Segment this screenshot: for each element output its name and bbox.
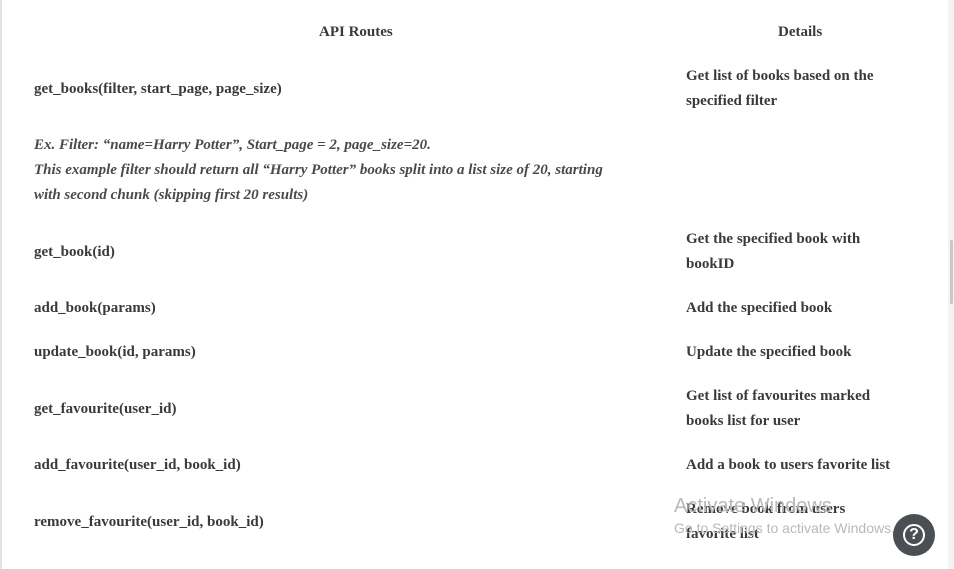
route-add-favourite: add_favourite(user_id, book_id) [34,457,241,473]
watermark-subtitle: Go to Settings to activate Windows. [674,520,895,536]
example-line: Ex. Filter: “name=Harry Potter”, Start_p… [34,137,431,153]
question-mark-icon: ? [903,524,925,546]
help-button[interactable]: ? [893,514,935,556]
detail-line: bookID [686,256,735,272]
detail-line: specified filter [686,93,778,109]
route-update-book: update_book(id, params) [34,344,196,360]
detail-get-books: Get list of books based on the specified… [686,64,916,114]
detail-line: Update the specified book [686,344,852,360]
detail-line: Add a book to users favorite list [686,457,891,473]
detail-line: Get the specified book with [686,231,861,247]
route-remove-favourite: remove_favourite(user_id, book_id) [34,514,264,530]
column-header-api-routes: API Routes [319,24,393,40]
detail-line: Add the specified book [686,300,833,316]
route-get-favourite: get_favourite(user_id) [34,401,177,417]
example-line: with second chunk (skipping first 20 res… [34,187,309,203]
detail-line: books list for user [686,413,801,429]
example-note: Ex. Filter: “name=Harry Potter”, Start_p… [34,133,674,208]
column-header-details: Details [778,24,823,40]
detail-add-favourite: Add a book to users favorite list [686,453,916,478]
detail-line: Get list of books based on the [686,68,874,84]
route-get-books: get_books(filter, start_page, page_size) [34,81,282,97]
detail-update-book: Update the specified book [686,340,916,365]
activate-windows-watermark: Activate Windows Go to Settings to activ… [674,494,895,538]
vertical-scrollbar[interactable] [948,0,954,569]
route-add-book: add_book(params) [34,300,156,316]
example-line: This example filter should return all “H… [34,162,603,178]
detail-add-book: Add the specified book [686,296,916,321]
watermark-title: Activate Windows [674,495,832,517]
detail-get-favourite: Get list of favourites marked books list… [686,384,916,434]
page-left-border [0,0,2,569]
route-get-book: get_book(id) [34,244,115,260]
detail-line: Get list of favourites marked [686,388,871,404]
scrollbar-thumb[interactable] [950,240,953,304]
detail-get-book: Get the specified book with bookID [686,227,916,277]
